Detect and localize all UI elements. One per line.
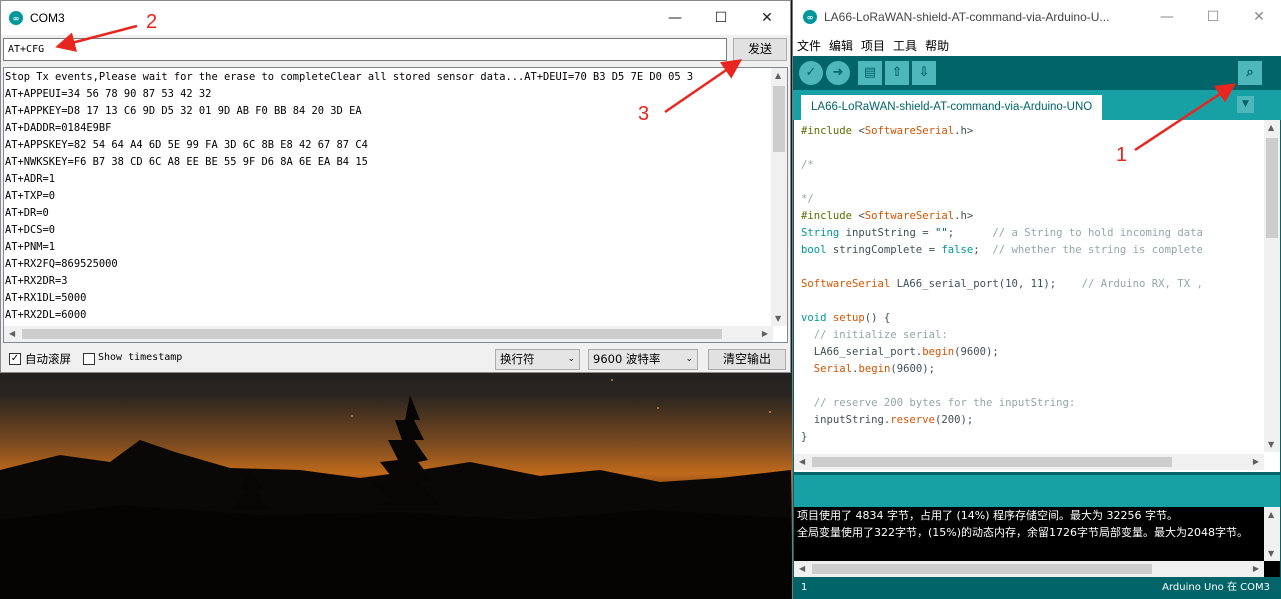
annotation-label-1: 1	[1116, 144, 1128, 166]
annotation-label-2: 2	[146, 11, 158, 33]
annotation-arrows	[55, 24, 1237, 152]
annotation-arrow-2	[55, 24, 138, 52]
annotation-arrow-1	[1134, 83, 1237, 152]
annotation-label-3: 3	[638, 103, 650, 125]
annotation-arrow-3	[664, 59, 743, 114]
